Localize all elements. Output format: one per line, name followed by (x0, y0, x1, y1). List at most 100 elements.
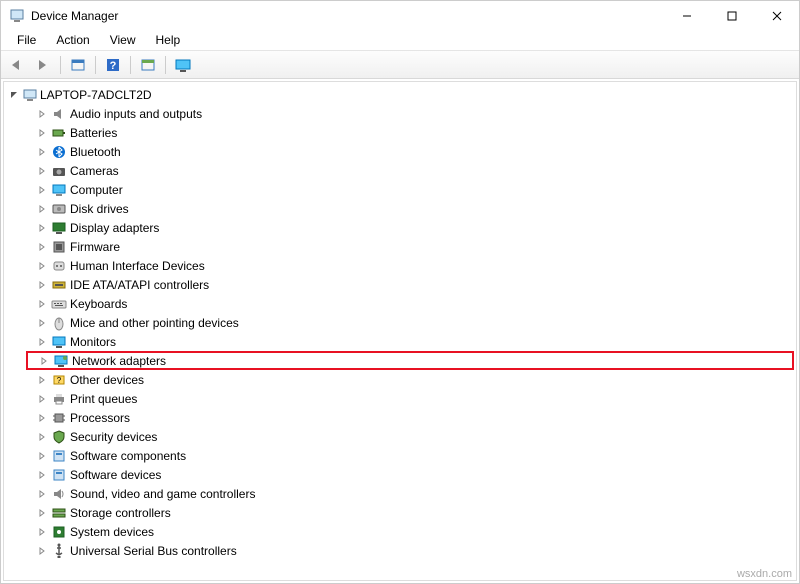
category-label: Software devices (70, 468, 161, 482)
category-computer[interactable]: Computer (26, 180, 794, 199)
window-controls (664, 1, 799, 31)
category-disk[interactable]: Disk drives (26, 199, 794, 218)
category-label: System devices (70, 525, 154, 539)
category-firmware[interactable]: Firmware (26, 237, 794, 256)
category-label: Bluetooth (70, 145, 121, 159)
category-camera[interactable]: Cameras (26, 161, 794, 180)
chevron-right-icon[interactable] (36, 317, 48, 329)
chevron-right-icon[interactable] (36, 108, 48, 120)
chevron-right-icon[interactable] (36, 241, 48, 253)
titlebar: Device Manager (1, 1, 799, 31)
chevron-right-icon[interactable] (36, 393, 48, 405)
category-label: Storage controllers (70, 506, 171, 520)
category-battery[interactable]: Batteries (26, 123, 794, 142)
chevron-right-icon[interactable] (36, 127, 48, 139)
chevron-right-icon[interactable] (36, 488, 48, 500)
chevron-right-icon[interactable] (36, 412, 48, 424)
scan-hardware-button[interactable] (136, 54, 160, 76)
root-node[interactable]: LAPTOP-7ADCLT2D (8, 86, 794, 104)
category-system[interactable]: System devices (26, 522, 794, 541)
category-audio[interactable]: Audio inputs and outputs (26, 104, 794, 123)
category-label: Display adapters (70, 221, 159, 235)
category-label: Processors (70, 411, 130, 425)
category-label: Print queues (70, 392, 137, 406)
expand-icon[interactable] (8, 89, 20, 101)
monitor-button[interactable] (171, 54, 195, 76)
mouse-icon (51, 315, 67, 331)
show-hide-button[interactable] (66, 54, 90, 76)
svg-text:?: ? (110, 60, 117, 72)
category-network[interactable]: Network adapters (26, 351, 794, 370)
chevron-right-icon[interactable] (36, 545, 48, 557)
category-sound[interactable]: Sound, video and game controllers (26, 484, 794, 503)
category-software[interactable]: Software devices (26, 465, 794, 484)
category-bluetooth[interactable]: Bluetooth (26, 142, 794, 161)
category-label: Cameras (70, 164, 119, 178)
back-button[interactable] (5, 54, 29, 76)
bluetooth-icon (51, 144, 67, 160)
category-hid[interactable]: Human Interface Devices (26, 256, 794, 275)
keyboard-icon (51, 296, 67, 312)
firmware-icon (51, 239, 67, 255)
system-icon (51, 524, 67, 540)
chevron-right-icon[interactable] (36, 165, 48, 177)
chevron-right-icon[interactable] (36, 298, 48, 310)
other-icon: ? (51, 372, 67, 388)
category-label: Software components (70, 449, 186, 463)
category-label: Universal Serial Bus controllers (70, 544, 237, 558)
chevron-right-icon[interactable] (36, 279, 48, 291)
root-label: LAPTOP-7ADCLT2D (40, 88, 152, 102)
watermark: wsxdn.com (737, 568, 792, 580)
computer-icon (51, 182, 67, 198)
category-mouse[interactable]: Mice and other pointing devices (26, 313, 794, 332)
toolbar-separator (165, 56, 166, 74)
chevron-right-icon[interactable] (36, 526, 48, 538)
category-label: Mice and other pointing devices (70, 316, 239, 330)
tree-children: Audio inputs and outputsBatteries Bluetoo… (8, 104, 794, 560)
chevron-right-icon[interactable] (36, 203, 48, 215)
storage-icon (51, 505, 67, 521)
category-label: Network adapters (72, 354, 166, 368)
chevron-right-icon[interactable] (36, 260, 48, 272)
category-software[interactable]: Software components (26, 446, 794, 465)
toolbar: ? (1, 51, 799, 79)
menu-file[interactable]: File (7, 31, 46, 50)
chevron-right-icon[interactable] (38, 355, 50, 367)
chevron-right-icon[interactable] (36, 507, 48, 519)
category-monitor[interactable]: Monitors (26, 332, 794, 351)
security-icon (51, 429, 67, 445)
chevron-right-icon[interactable] (36, 374, 48, 386)
device-tree[interactable]: LAPTOP-7ADCLT2D Audio inputs and outputs… (3, 81, 797, 581)
toolbar-separator (60, 56, 61, 74)
category-cpu[interactable]: Processors (26, 408, 794, 427)
category-storage[interactable]: Storage controllers (26, 503, 794, 522)
forward-button[interactable] (31, 54, 55, 76)
display-icon (51, 220, 67, 236)
category-printer[interactable]: Print queues (26, 389, 794, 408)
chevron-right-icon[interactable] (36, 146, 48, 158)
category-display[interactable]: Display adapters (26, 218, 794, 237)
audio-icon (51, 106, 67, 122)
menu-action[interactable]: Action (46, 31, 99, 50)
category-other[interactable]: ?Other devices (26, 370, 794, 389)
category-security[interactable]: Security devices (26, 427, 794, 446)
minimize-button[interactable] (664, 1, 709, 31)
category-label: IDE ATA/ATAPI controllers (70, 278, 209, 292)
chevron-right-icon[interactable] (36, 469, 48, 481)
category-usb[interactable]: Universal Serial Bus controllers (26, 541, 794, 560)
chevron-right-icon[interactable] (36, 184, 48, 196)
category-keyboard[interactable]: Keyboards (26, 294, 794, 313)
menu-view[interactable]: View (100, 31, 146, 50)
help-button[interactable]: ? (101, 54, 125, 76)
chevron-right-icon[interactable] (36, 450, 48, 462)
category-label: Sound, video and game controllers (70, 487, 255, 501)
category-ide[interactable]: IDE ATA/ATAPI controllers (26, 275, 794, 294)
monitor-icon (51, 334, 67, 350)
menu-help[interactable]: Help (146, 31, 191, 50)
chevron-right-icon[interactable] (36, 222, 48, 234)
maximize-button[interactable] (709, 1, 754, 31)
chevron-right-icon[interactable] (36, 431, 48, 443)
chevron-right-icon[interactable] (36, 336, 48, 348)
close-button[interactable] (754, 1, 799, 31)
toolbar-separator (95, 56, 96, 74)
